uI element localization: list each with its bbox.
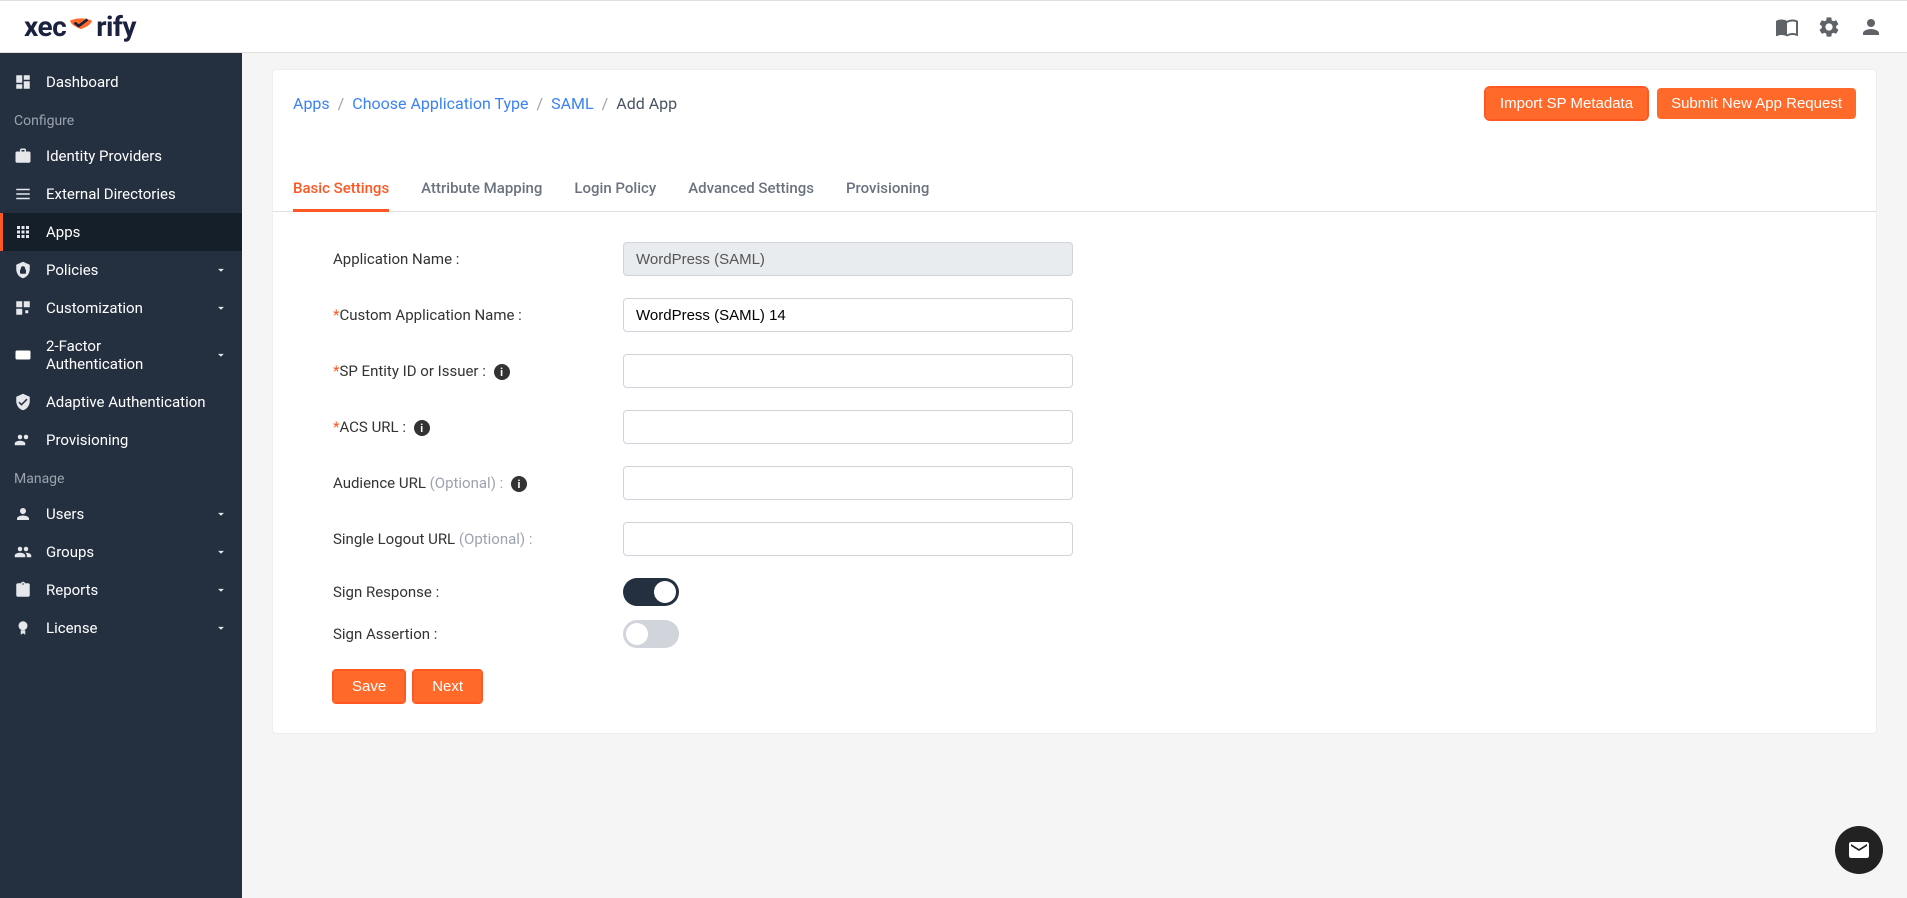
section-configure: Configure (0, 101, 242, 137)
sync-icon (14, 431, 32, 449)
info-icon[interactable]: i (511, 476, 527, 492)
gear-icon[interactable] (1817, 15, 1841, 39)
sidebar-item-groups[interactable]: Groups (0, 533, 242, 571)
sidebar-item-license[interactable]: License (0, 609, 242, 647)
user-icon (14, 505, 32, 523)
audience-url-label: Audience URL (Optional) : i (333, 474, 623, 492)
sidebar-item-apps[interactable]: Apps (0, 213, 242, 251)
chevron-down-icon (214, 348, 228, 362)
breadcrumb-current: Add App (616, 94, 677, 113)
sidebar-item-users[interactable]: Users (0, 495, 242, 533)
chevron-down-icon (214, 301, 228, 315)
slo-url-label: Single Logout URL (Optional) : (333, 530, 623, 548)
number-icon (14, 346, 32, 364)
briefcase-icon (14, 147, 32, 165)
sidebar-item-identity-providers[interactable]: Identity Providers (0, 137, 242, 175)
app-name-input (623, 242, 1073, 276)
list-icon (14, 185, 32, 203)
sidebar-item-policies[interactable]: Policies (0, 251, 242, 289)
tab-advanced-settings[interactable]: Advanced Settings (688, 167, 814, 211)
info-icon[interactable]: i (494, 364, 510, 380)
sidebar-item-dashboard[interactable]: Dashboard (0, 63, 242, 101)
sp-entity-label: *SP Entity ID or Issuer : i (333, 362, 623, 380)
slo-url-input[interactable] (623, 522, 1073, 556)
sign-response-toggle[interactable] (623, 578, 679, 606)
acs-url-input[interactable] (623, 410, 1073, 444)
shield-check-icon (14, 393, 32, 411)
breadcrumb-choose[interactable]: Choose Application Type (352, 94, 528, 113)
custom-name-label: *Custom Application Name : (333, 306, 623, 324)
sidebar: Dashboard Configure Identity Providers E… (0, 53, 242, 898)
app-name-label: Application Name : (333, 250, 623, 268)
customization-icon (14, 299, 32, 317)
apps-icon (14, 223, 32, 241)
sidebar-item-2fa[interactable]: 2-Factor Authentication (0, 327, 242, 383)
sidebar-item-provisioning[interactable]: Provisioning (0, 421, 242, 459)
tab-basic-settings[interactable]: Basic Settings (293, 167, 389, 212)
chevron-down-icon (214, 583, 228, 597)
sign-assertion-toggle[interactable] (623, 620, 679, 648)
breadcrumb-saml[interactable]: SAML (551, 94, 594, 113)
save-button[interactable]: Save (333, 670, 405, 703)
custom-name-input[interactable] (623, 298, 1073, 332)
chevron-down-icon (214, 545, 228, 559)
tab-attribute-mapping[interactable]: Attribute Mapping (421, 167, 542, 211)
acs-url-label: *ACS URL : i (333, 418, 623, 436)
section-manage: Manage (0, 459, 242, 495)
book-icon[interactable] (1775, 15, 1799, 39)
dashboard-icon (14, 73, 32, 91)
sidebar-item-adaptive-auth[interactable]: Adaptive Authentication (0, 383, 242, 421)
sidebar-item-customization[interactable]: Customization (0, 289, 242, 327)
sp-entity-input[interactable] (623, 354, 1073, 388)
policy-icon (14, 261, 32, 279)
logo: xec rify (24, 10, 136, 43)
mail-icon (1847, 838, 1871, 862)
clipboard-icon (14, 581, 32, 599)
sign-response-label: Sign Response : (333, 583, 623, 601)
chevron-down-icon (214, 263, 228, 277)
award-icon (14, 619, 32, 637)
tab-login-policy[interactable]: Login Policy (574, 167, 656, 211)
sidebar-item-external-directories[interactable]: External Directories (0, 175, 242, 213)
next-button[interactable]: Next (413, 670, 482, 703)
group-icon (14, 543, 32, 561)
sidebar-item-reports[interactable]: Reports (0, 571, 242, 609)
sign-assertion-label: Sign Assertion : (333, 625, 623, 643)
info-icon[interactable]: i (414, 420, 430, 436)
tabs: Basic Settings Attribute Mapping Login P… (273, 167, 1876, 212)
chevron-down-icon (214, 507, 228, 521)
tab-provisioning[interactable]: Provisioning (846, 167, 929, 211)
shield-icon (68, 16, 94, 38)
person-icon[interactable] (1859, 15, 1883, 39)
chevron-down-icon (214, 621, 228, 635)
breadcrumb: Apps / Choose Application Type / SAML / … (293, 94, 677, 113)
audience-url-input[interactable] (623, 466, 1073, 500)
submit-new-app-request-button[interactable]: Submit New App Request (1657, 88, 1856, 119)
breadcrumb-apps[interactable]: Apps (293, 94, 330, 113)
chat-fab[interactable] (1835, 826, 1883, 874)
import-sp-metadata-button[interactable]: Import SP Metadata (1486, 88, 1647, 119)
